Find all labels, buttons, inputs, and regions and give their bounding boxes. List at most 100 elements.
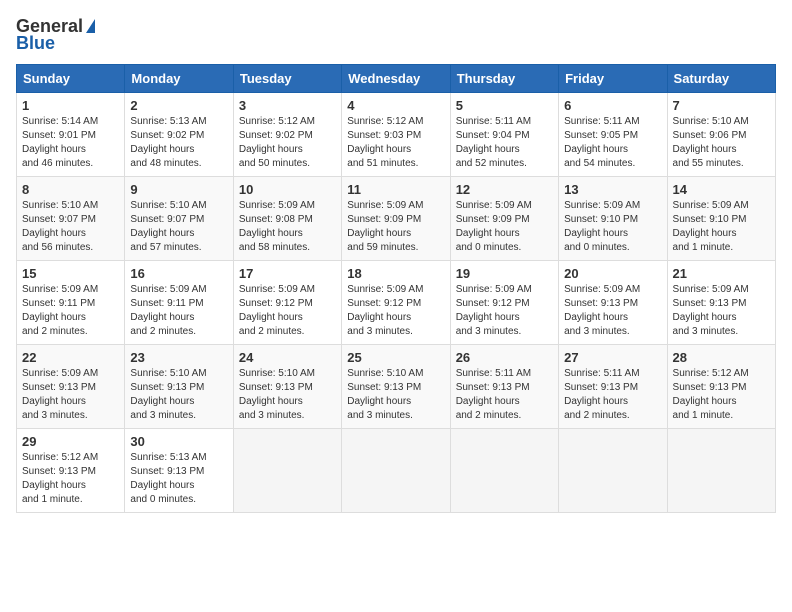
day-cell-22: 22 Sunrise: 5:09 AMSunset: 9:13 PMDaylig… xyxy=(17,345,125,429)
day-number: 1 xyxy=(22,98,119,113)
day-cell-14: 14 Sunrise: 5:09 AMSunset: 9:10 PMDaylig… xyxy=(667,177,775,261)
day-number: 19 xyxy=(456,266,553,281)
weekday-header-tuesday: Tuesday xyxy=(233,65,341,93)
day-info: Sunrise: 5:10 AMSunset: 9:13 PMDaylight … xyxy=(130,367,227,423)
header: General Blue xyxy=(16,16,776,54)
weekday-header-row: SundayMondayTuesdayWednesdayThursdayFrid… xyxy=(17,65,776,93)
day-cell-3: 3 Sunrise: 5:12 AMSunset: 9:02 PMDayligh… xyxy=(233,93,341,177)
day-number: 30 xyxy=(130,434,227,449)
day-cell-26: 26 Sunrise: 5:11 AMSunset: 9:13 PMDaylig… xyxy=(450,345,558,429)
day-info: Sunrise: 5:09 AMSunset: 9:10 PMDaylight … xyxy=(564,199,661,255)
day-info: Sunrise: 5:10 AMSunset: 9:06 PMDaylight … xyxy=(673,115,770,171)
day-number: 2 xyxy=(130,98,227,113)
day-cell-17: 17 Sunrise: 5:09 AMSunset: 9:12 PMDaylig… xyxy=(233,261,341,345)
logo-triangle-icon xyxy=(86,19,95,33)
day-cell-12: 12 Sunrise: 5:09 AMSunset: 9:09 PMDaylig… xyxy=(450,177,558,261)
day-info: Sunrise: 5:09 AMSunset: 9:13 PMDaylight … xyxy=(564,283,661,339)
weekday-header-monday: Monday xyxy=(125,65,233,93)
weekday-header-saturday: Saturday xyxy=(667,65,775,93)
day-cell-18: 18 Sunrise: 5:09 AMSunset: 9:12 PMDaylig… xyxy=(342,261,450,345)
calendar-week-5: 29 Sunrise: 5:12 AMSunset: 9:13 PMDaylig… xyxy=(17,429,776,513)
day-cell-20: 20 Sunrise: 5:09 AMSunset: 9:13 PMDaylig… xyxy=(559,261,667,345)
day-info: Sunrise: 5:12 AMSunset: 9:13 PMDaylight … xyxy=(673,367,770,423)
calendar: SundayMondayTuesdayWednesdayThursdayFrid… xyxy=(16,64,776,513)
day-cell-9: 9 Sunrise: 5:10 AMSunset: 9:07 PMDayligh… xyxy=(125,177,233,261)
day-number: 3 xyxy=(239,98,336,113)
weekday-header-wednesday: Wednesday xyxy=(342,65,450,93)
day-cell-5: 5 Sunrise: 5:11 AMSunset: 9:04 PMDayligh… xyxy=(450,93,558,177)
day-info: Sunrise: 5:09 AMSunset: 9:12 PMDaylight … xyxy=(456,283,553,339)
day-cell-27: 27 Sunrise: 5:11 AMSunset: 9:13 PMDaylig… xyxy=(559,345,667,429)
day-cell-24: 24 Sunrise: 5:10 AMSunset: 9:13 PMDaylig… xyxy=(233,345,341,429)
day-number: 6 xyxy=(564,98,661,113)
empty-cell xyxy=(667,429,775,513)
day-cell-4: 4 Sunrise: 5:12 AMSunset: 9:03 PMDayligh… xyxy=(342,93,450,177)
day-number: 25 xyxy=(347,350,444,365)
day-number: 14 xyxy=(673,182,770,197)
day-info: Sunrise: 5:10 AMSunset: 9:13 PMDaylight … xyxy=(239,367,336,423)
day-number: 21 xyxy=(673,266,770,281)
day-cell-15: 15 Sunrise: 5:09 AMSunset: 9:11 PMDaylig… xyxy=(17,261,125,345)
day-number: 4 xyxy=(347,98,444,113)
day-number: 29 xyxy=(22,434,119,449)
day-info: Sunrise: 5:10 AMSunset: 9:07 PMDaylight … xyxy=(22,199,119,255)
day-info: Sunrise: 5:10 AMSunset: 9:13 PMDaylight … xyxy=(347,367,444,423)
day-info: Sunrise: 5:12 AMSunset: 9:03 PMDaylight … xyxy=(347,115,444,171)
day-cell-28: 28 Sunrise: 5:12 AMSunset: 9:13 PMDaylig… xyxy=(667,345,775,429)
day-number: 16 xyxy=(130,266,227,281)
day-info: Sunrise: 5:11 AMSunset: 9:13 PMDaylight … xyxy=(456,367,553,423)
logo: General Blue xyxy=(16,16,95,54)
day-number: 8 xyxy=(22,182,119,197)
day-info: Sunrise: 5:09 AMSunset: 9:09 PMDaylight … xyxy=(456,199,553,255)
day-number: 28 xyxy=(673,350,770,365)
calendar-week-4: 22 Sunrise: 5:09 AMSunset: 9:13 PMDaylig… xyxy=(17,345,776,429)
empty-cell xyxy=(233,429,341,513)
day-number: 12 xyxy=(456,182,553,197)
day-info: Sunrise: 5:09 AMSunset: 9:10 PMDaylight … xyxy=(673,199,770,255)
weekday-header-thursday: Thursday xyxy=(450,65,558,93)
day-cell-7: 7 Sunrise: 5:10 AMSunset: 9:06 PMDayligh… xyxy=(667,93,775,177)
day-info: Sunrise: 5:12 AMSunset: 9:02 PMDaylight … xyxy=(239,115,336,171)
day-cell-1: 1 Sunrise: 5:14 AMSunset: 9:01 PMDayligh… xyxy=(17,93,125,177)
day-info: Sunrise: 5:09 AMSunset: 9:12 PMDaylight … xyxy=(347,283,444,339)
day-number: 26 xyxy=(456,350,553,365)
day-info: Sunrise: 5:09 AMSunset: 9:08 PMDaylight … xyxy=(239,199,336,255)
day-cell-13: 13 Sunrise: 5:09 AMSunset: 9:10 PMDaylig… xyxy=(559,177,667,261)
day-info: Sunrise: 5:11 AMSunset: 9:04 PMDaylight … xyxy=(456,115,553,171)
day-cell-8: 8 Sunrise: 5:10 AMSunset: 9:07 PMDayligh… xyxy=(17,177,125,261)
day-number: 24 xyxy=(239,350,336,365)
day-cell-21: 21 Sunrise: 5:09 AMSunset: 9:13 PMDaylig… xyxy=(667,261,775,345)
calendar-week-2: 8 Sunrise: 5:10 AMSunset: 9:07 PMDayligh… xyxy=(17,177,776,261)
day-info: Sunrise: 5:09 AMSunset: 9:11 PMDaylight … xyxy=(22,283,119,339)
day-cell-30: 30 Sunrise: 5:13 AMSunset: 9:13 PMDaylig… xyxy=(125,429,233,513)
calendar-week-3: 15 Sunrise: 5:09 AMSunset: 9:11 PMDaylig… xyxy=(17,261,776,345)
day-number: 10 xyxy=(239,182,336,197)
weekday-header-sunday: Sunday xyxy=(17,65,125,93)
day-info: Sunrise: 5:14 AMSunset: 9:01 PMDaylight … xyxy=(22,115,119,171)
day-number: 15 xyxy=(22,266,119,281)
day-number: 27 xyxy=(564,350,661,365)
day-number: 11 xyxy=(347,182,444,197)
day-number: 9 xyxy=(130,182,227,197)
day-cell-2: 2 Sunrise: 5:13 AMSunset: 9:02 PMDayligh… xyxy=(125,93,233,177)
day-cell-6: 6 Sunrise: 5:11 AMSunset: 9:05 PMDayligh… xyxy=(559,93,667,177)
day-cell-29: 29 Sunrise: 5:12 AMSunset: 9:13 PMDaylig… xyxy=(17,429,125,513)
day-number: 13 xyxy=(564,182,661,197)
day-number: 17 xyxy=(239,266,336,281)
day-info: Sunrise: 5:09 AMSunset: 9:13 PMDaylight … xyxy=(673,283,770,339)
day-info: Sunrise: 5:11 AMSunset: 9:05 PMDaylight … xyxy=(564,115,661,171)
day-cell-11: 11 Sunrise: 5:09 AMSunset: 9:09 PMDaylig… xyxy=(342,177,450,261)
empty-cell xyxy=(559,429,667,513)
day-info: Sunrise: 5:09 AMSunset: 9:09 PMDaylight … xyxy=(347,199,444,255)
day-number: 18 xyxy=(347,266,444,281)
day-info: Sunrise: 5:13 AMSunset: 9:02 PMDaylight … xyxy=(130,115,227,171)
weekday-header-friday: Friday xyxy=(559,65,667,93)
day-info: Sunrise: 5:13 AMSunset: 9:13 PMDaylight … xyxy=(130,451,227,507)
day-number: 23 xyxy=(130,350,227,365)
day-cell-25: 25 Sunrise: 5:10 AMSunset: 9:13 PMDaylig… xyxy=(342,345,450,429)
day-cell-19: 19 Sunrise: 5:09 AMSunset: 9:12 PMDaylig… xyxy=(450,261,558,345)
day-info: Sunrise: 5:11 AMSunset: 9:13 PMDaylight … xyxy=(564,367,661,423)
day-info: Sunrise: 5:10 AMSunset: 9:07 PMDaylight … xyxy=(130,199,227,255)
day-number: 20 xyxy=(564,266,661,281)
day-number: 22 xyxy=(22,350,119,365)
